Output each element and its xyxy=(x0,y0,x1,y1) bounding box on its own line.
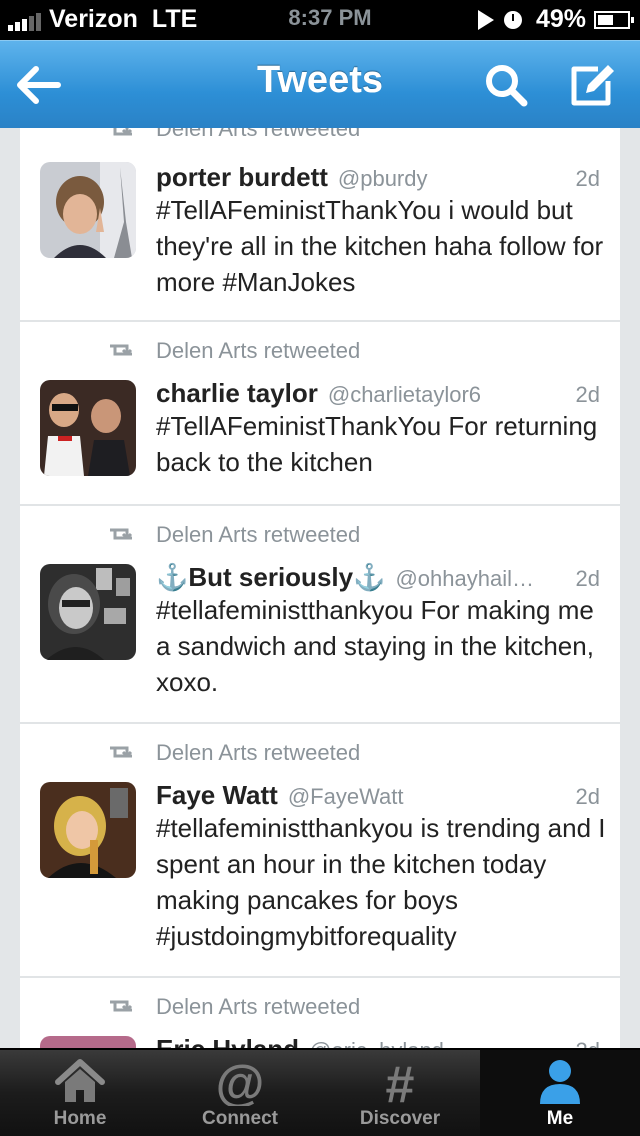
retweeted-by: Delen Arts retweeted xyxy=(156,740,361,765)
svg-text:#: # xyxy=(386,1056,415,1106)
tweet-author-name[interactable]: Eric Hyland xyxy=(156,1034,299,1048)
retweeted-by: Delen Arts retweeted xyxy=(156,994,361,1019)
avatar[interactable] xyxy=(40,162,136,258)
status-bar: Verizon LTE 8:37 PM 49% xyxy=(0,0,640,40)
tweet-text: #TellAFeministThankYou i would but they'… xyxy=(156,195,604,297)
tweet-timestamp: 2d xyxy=(575,382,600,407)
anchor-icon: ⚓ xyxy=(156,562,189,592)
tweet-text: #tellafeministthankyou For making me a s… xyxy=(156,595,594,697)
compose-button[interactable] xyxy=(562,55,622,115)
alarm-clock-icon xyxy=(503,10,522,29)
search-icon xyxy=(486,65,528,107)
tab-label: Connect xyxy=(202,1108,278,1129)
tab-discover[interactable]: # Discover xyxy=(320,1050,480,1136)
retweeted-by: Delen Arts retweeted xyxy=(156,338,361,363)
tweet-author-handle: @ohhayhail… xyxy=(395,566,534,591)
avatar[interactable] xyxy=(40,1036,136,1048)
retweet-icon xyxy=(113,128,133,136)
retweet-icon xyxy=(110,344,133,356)
tweet-text: #TellAFeministThankYou For returning bac… xyxy=(156,411,598,477)
partial-tweet-top: Delen Arts retweeted xyxy=(20,128,620,146)
tweet-feed[interactable]: Delen Arts retweeted porter burdett @pbu… xyxy=(20,128,620,1048)
tweet-author-name[interactable]: ⚓But seriously⚓ xyxy=(156,562,385,593)
avatar[interactable] xyxy=(40,782,136,878)
tweet-timestamp: 2d xyxy=(575,166,600,191)
retweeted-by: Delen Arts retweeted xyxy=(156,522,361,547)
play-icon xyxy=(477,9,494,30)
tweet-author-handle: @eric_hyland xyxy=(309,1038,565,1048)
avatar[interactable] xyxy=(40,564,136,660)
tweet-author-name[interactable]: charlie taylor xyxy=(156,378,318,409)
tweet-timestamp: 2d xyxy=(575,566,600,591)
tweet-author-name[interactable]: porter burdett xyxy=(156,162,328,193)
avatar[interactable] xyxy=(40,380,136,476)
tweet-author-handle: @charlietaylor6 xyxy=(327,382,482,407)
tweet-item[interactable]: Delen Arts retweeted ⚓But seriously⚓ @oh… xyxy=(20,506,620,724)
retweeted-by: Delen Arts retweeted xyxy=(156,128,361,141)
tweet-author-handle: @FayeWatt xyxy=(287,784,404,809)
tab-label: Discover xyxy=(359,1108,441,1129)
tweet-item[interactable]: Delen Arts retweeted Eric Hyland @eric_h… xyxy=(20,978,620,1048)
tweet-item[interactable]: Delen Arts retweeted charlie taylor @cha… xyxy=(20,322,620,506)
search-button[interactable] xyxy=(476,55,536,115)
svg-text:@: @ xyxy=(216,1056,265,1106)
tab-bar: Home @ Connect # Discover Me xyxy=(0,1048,640,1136)
tweet-timestamp: 2d xyxy=(576,1038,600,1048)
retweet-icon xyxy=(110,1000,133,1012)
page-title: Tweets xyxy=(256,59,383,101)
battery-percent: 49% xyxy=(535,5,586,33)
tab-label: Home xyxy=(53,1108,107,1129)
tweet-author-name[interactable]: Faye Watt xyxy=(156,780,278,811)
tab-connect[interactable]: @ Connect xyxy=(160,1050,320,1136)
person-icon xyxy=(540,1060,580,1104)
tweet-text: #tellafeministthankyou is trending and I… xyxy=(156,813,606,951)
tweet-item[interactable]: Delen Arts retweeted Faye Watt @FayeWatt… xyxy=(20,724,620,978)
tweet-author-handle: @pburdy xyxy=(337,166,428,191)
anchor-icon: ⚓ xyxy=(353,562,386,592)
navigation-bar: Tweets xyxy=(0,40,640,128)
compose-icon xyxy=(571,65,614,106)
tab-home[interactable]: Home xyxy=(0,1050,160,1136)
retweet-icon xyxy=(110,528,133,540)
at-sign-icon: @ xyxy=(216,1056,265,1106)
hashtag-icon: # xyxy=(386,1056,415,1106)
tab-me[interactable]: Me xyxy=(480,1050,640,1136)
home-icon xyxy=(55,1059,105,1102)
tweet-item[interactable]: porter burdett @pburdy 2d #TellAFeminist… xyxy=(20,146,620,322)
status-indicators: 49% xyxy=(477,5,634,34)
battery-icon xyxy=(594,10,634,29)
retweet-icon xyxy=(110,746,133,758)
tweet-timestamp: 2d xyxy=(575,784,600,809)
tab-label: Me xyxy=(546,1108,574,1129)
